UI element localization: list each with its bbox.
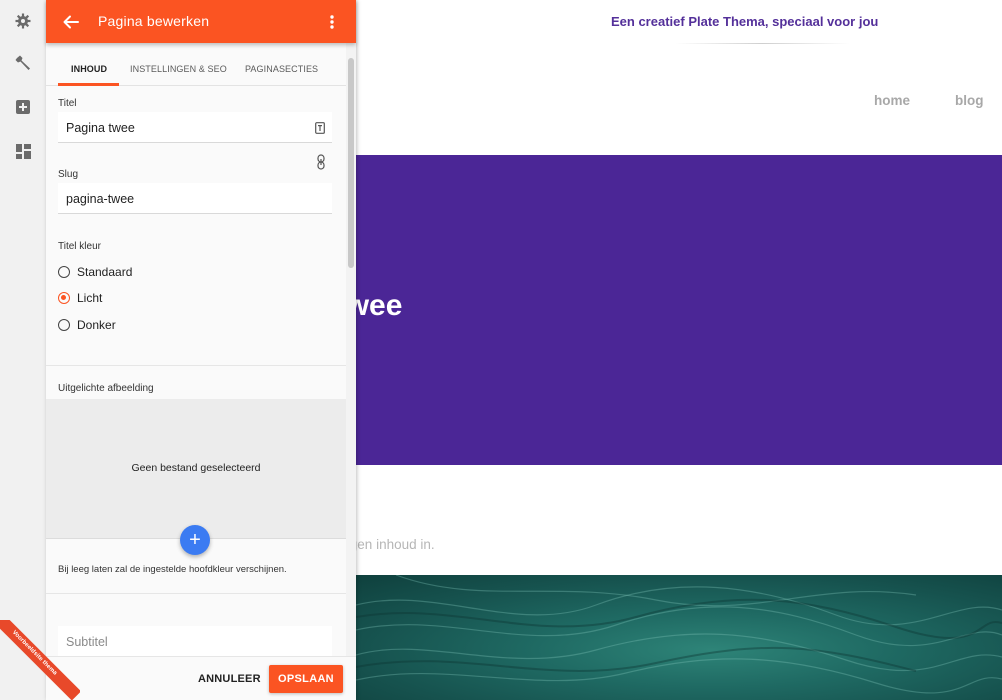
radio-label: Donker (77, 318, 116, 332)
more-options-icon[interactable] (324, 11, 340, 33)
save-button[interactable]: OPSLAAN (269, 665, 343, 693)
corner-ribbon: Voorbeeldsite thema (0, 620, 80, 700)
radio-label: Standaard (77, 265, 133, 279)
tab-paginasecties[interactable]: PAGINASECTIES (245, 64, 318, 74)
tab-inhoud[interactable]: INHOUD (71, 64, 107, 74)
radio-donker[interactable]: Donker (58, 318, 178, 334)
title-field-label: Titel (58, 98, 77, 109)
section-divider (46, 593, 346, 594)
editor-title: Pagina bewerken (98, 13, 210, 29)
title-color-label: Titel kleur (58, 241, 101, 252)
radio-label: Licht (77, 291, 103, 305)
wave-photo (356, 575, 1002, 694)
tab-instellingen-seo[interactable]: INSTELLINGEN & SEO (130, 64, 227, 74)
text-format-icon[interactable] (315, 121, 325, 139)
nav-blog-link[interactable]: blog (955, 93, 984, 108)
cancel-button[interactable]: ANNULEER (198, 673, 261, 685)
featured-image-label: Uitgelichte afbeelding (58, 383, 154, 394)
scrollbar-thumb[interactable] (348, 58, 354, 268)
editor-footer: ANNULEER OPSLAAN (46, 656, 356, 700)
editor-form: Titel Pagina twee Slug pagina-twee Titel… (46, 86, 346, 656)
radio-standaard[interactable]: Standaard (58, 265, 178, 281)
radio-button (58, 266, 70, 278)
site-tagline: Een creatief Plate Thema, speciaal voor … (611, 14, 879, 29)
add-box-icon[interactable] (13, 97, 33, 117)
tagline-divider (675, 43, 850, 44)
page-editor-panel: Pagina bewerken INHOUD INSTELLINGEN & SE… (46, 0, 356, 700)
nav-home-link[interactable]: home (874, 93, 910, 108)
radio-licht[interactable]: Licht (58, 291, 178, 307)
editor-tabs: INHOUD INSTELLINGEN & SEO PAGINASECTIES (46, 43, 346, 86)
hero-banner: Pagina twee (356, 155, 1002, 465)
featured-image-hint: Bij leeg laten zal de ingestelde hoofdkl… (58, 564, 287, 575)
radio-button-checked (58, 292, 70, 304)
content-image (356, 575, 1002, 700)
hero-title: Pagina twee (356, 289, 403, 322)
slug-field[interactable]: pagina-twee (58, 183, 332, 214)
icon-rail (0, 0, 46, 700)
slug-field-value: pagina-twee (66, 192, 135, 206)
radio-button (58, 319, 70, 331)
panel-scrollbar[interactable] (346, 43, 356, 656)
featured-image-dropzone[interactable]: Geen bestand geselecteerd (46, 399, 346, 539)
subtitle-field[interactable]: Subtitel (58, 626, 332, 656)
link-icon[interactable] (317, 154, 325, 175)
section-divider (46, 365, 346, 366)
plus-icon: + (189, 529, 201, 551)
editor-topbar: Pagina bewerken (46, 0, 356, 43)
wrench-icon[interactable] (13, 53, 33, 73)
back-arrow-icon[interactable] (60, 11, 82, 33)
dashboard-icon[interactable] (13, 141, 33, 161)
title-field-value: Pagina twee (66, 121, 135, 135)
add-image-button[interactable]: + (180, 525, 210, 555)
gear-icon[interactable] (13, 11, 33, 31)
slug-field-label: Slug (58, 169, 79, 180)
title-field[interactable]: Pagina twee (58, 112, 332, 143)
ribbon-label: Voorbeeldsite thema (0, 620, 80, 700)
no-file-text: Geen bestand geselecteerd (131, 462, 261, 474)
